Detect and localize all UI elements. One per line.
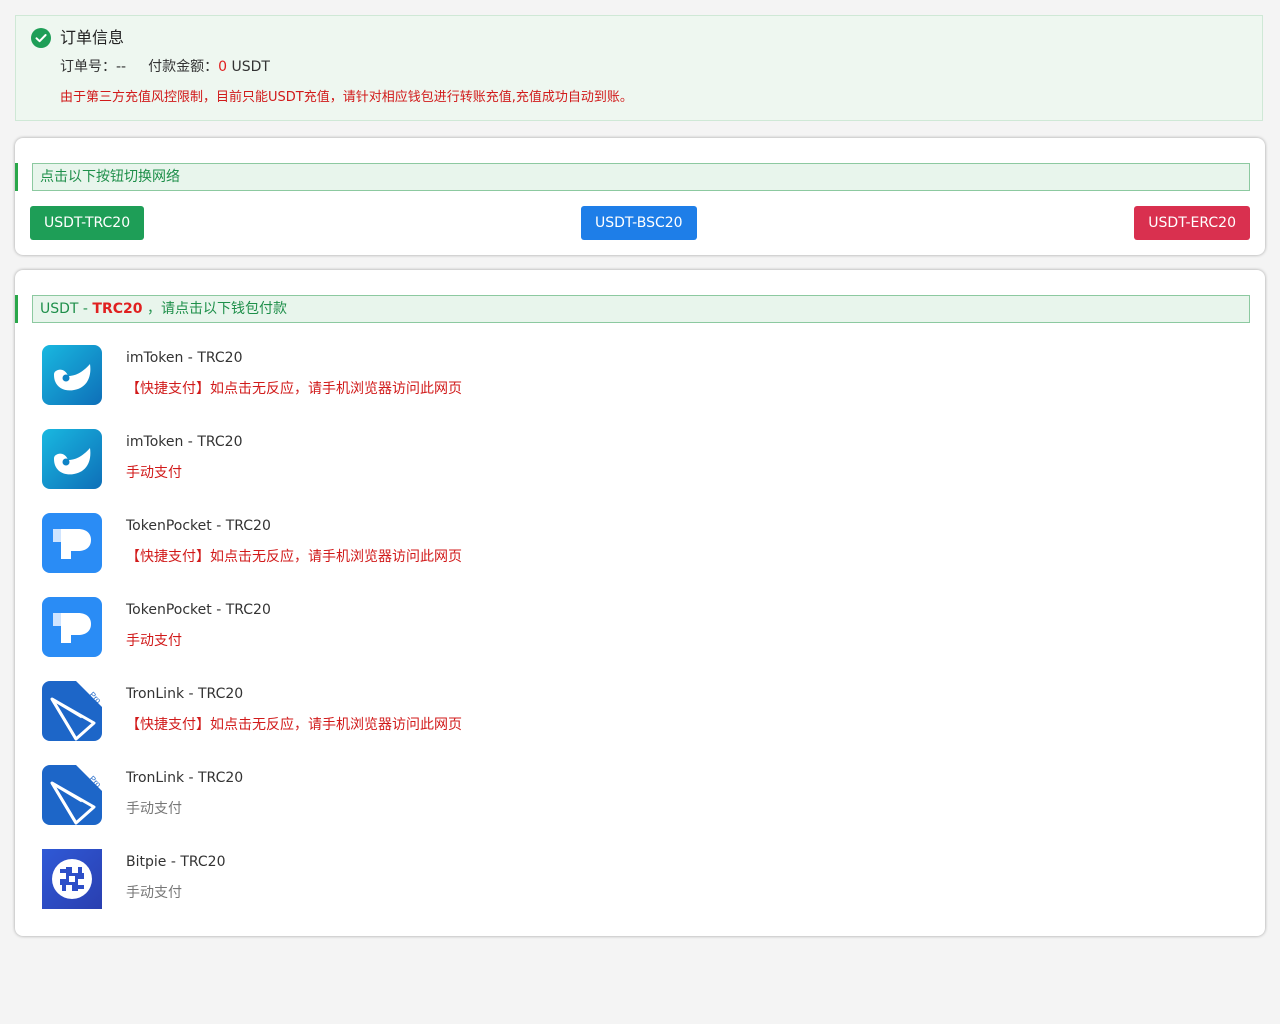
network-hint: 点击以下按钮切换网络: [32, 163, 1250, 191]
order-title: 订单信息: [60, 28, 125, 47]
amount-label: 付款金额：: [148, 59, 219, 75]
wallet-item-tronlink-quick[interactable]: Pro TronLink - TRC20 【快捷支付】如点击无反应，请手机浏览器…: [42, 681, 1232, 743]
order-no-value: --: [116, 59, 127, 75]
wallet-name: TronLink - TRC20: [126, 686, 244, 702]
wallet-hint-network: TRC20: [92, 301, 143, 317]
check-circle-icon: [31, 28, 51, 48]
wallet-note: 手动支付: [126, 633, 182, 649]
amount-unit: USDT: [231, 59, 270, 75]
wallet-name: Bitpie - TRC20: [126, 854, 226, 870]
wallet-item-imtoken-quick[interactable]: imToken - TRC20 【快捷支付】如点击无反应，请手机浏览器访问此网页: [42, 345, 1232, 407]
usdt-bsc20-button[interactable]: USDT-BSC20: [581, 206, 697, 240]
wallet-list-card: USDT - TRC20 ，请点击以下钱包付款 imToken - TRC20 …: [15, 270, 1265, 936]
wallet-hint-suffix: ，请点击以下钱包付款: [142, 301, 287, 317]
wallet-note: 【快捷支付】如点击无反应，请手机浏览器访问此网页: [126, 717, 462, 733]
wallet-item-imtoken-manual[interactable]: imToken - TRC20 手动支付: [42, 429, 1232, 491]
order-notice: 由于第三方充值风控限制，目前只能USDT充值，请针对相应钱包进行转账充值,充值成…: [60, 90, 633, 105]
wallet-name: TokenPocket - TRC20: [126, 518, 271, 534]
wallet-note: 手动支付: [126, 801, 182, 817]
wallet-item-tokenpocket-manual[interactable]: TokenPocket - TRC20 手动支付: [42, 597, 1232, 659]
amount-value: 0: [218, 59, 228, 75]
wallet-item-tronlink-manual[interactable]: Pro TronLink - TRC20 手动支付: [42, 765, 1232, 827]
order-info-panel: 订单信息 订单号：-- 付款金额：0 USDT 由于第三方充值风控限制，目前只能U…: [15, 15, 1263, 121]
hint-accent-bar: [15, 163, 18, 191]
tronlink-icon: Pro: [42, 765, 102, 825]
order-summary: 订单号：-- 付款金额：0 USDT: [60, 58, 270, 76]
wallet-note: 手动支付: [126, 465, 182, 481]
order-no-label: 订单号：: [60, 59, 116, 75]
imtoken-icon: [42, 429, 102, 489]
network-switch-card: 点击以下按钮切换网络 USDT-TRC20 USDT-BSC20 USDT-ER…: [15, 138, 1265, 255]
wallet-hint: USDT - TRC20 ，请点击以下钱包付款: [32, 295, 1250, 323]
wallet-name: imToken - TRC20: [126, 350, 243, 366]
wallet-note: 【快捷支付】如点击无反应，请手机浏览器访问此网页: [126, 381, 462, 397]
wallet-item-bitpie-manual[interactable]: Bitpie - TRC20 手动支付: [42, 849, 1232, 911]
usdt-erc20-button[interactable]: USDT-ERC20: [1134, 206, 1250, 240]
usdt-trc20-button[interactable]: USDT-TRC20: [30, 206, 145, 240]
wallet-note: 手动支付: [126, 885, 182, 901]
imtoken-icon: [42, 345, 102, 405]
hint-accent-bar: [15, 295, 18, 323]
wallet-item-tokenpocket-quick[interactable]: TokenPocket - TRC20 【快捷支付】如点击无反应，请手机浏览器访…: [42, 513, 1232, 575]
tokenpocket-icon: [42, 513, 102, 573]
tronlink-icon: Pro: [42, 681, 102, 741]
wallet-name: TronLink - TRC20: [126, 770, 244, 786]
wallet-name: TokenPocket - TRC20: [126, 602, 271, 618]
bitpie-icon: [42, 849, 102, 909]
wallet-note: 【快捷支付】如点击无反应，请手机浏览器访问此网页: [126, 549, 462, 565]
tokenpocket-icon: [42, 597, 102, 657]
wallet-hint-prefix: USDT -: [40, 301, 93, 317]
wallet-name: imToken - TRC20: [126, 434, 243, 450]
